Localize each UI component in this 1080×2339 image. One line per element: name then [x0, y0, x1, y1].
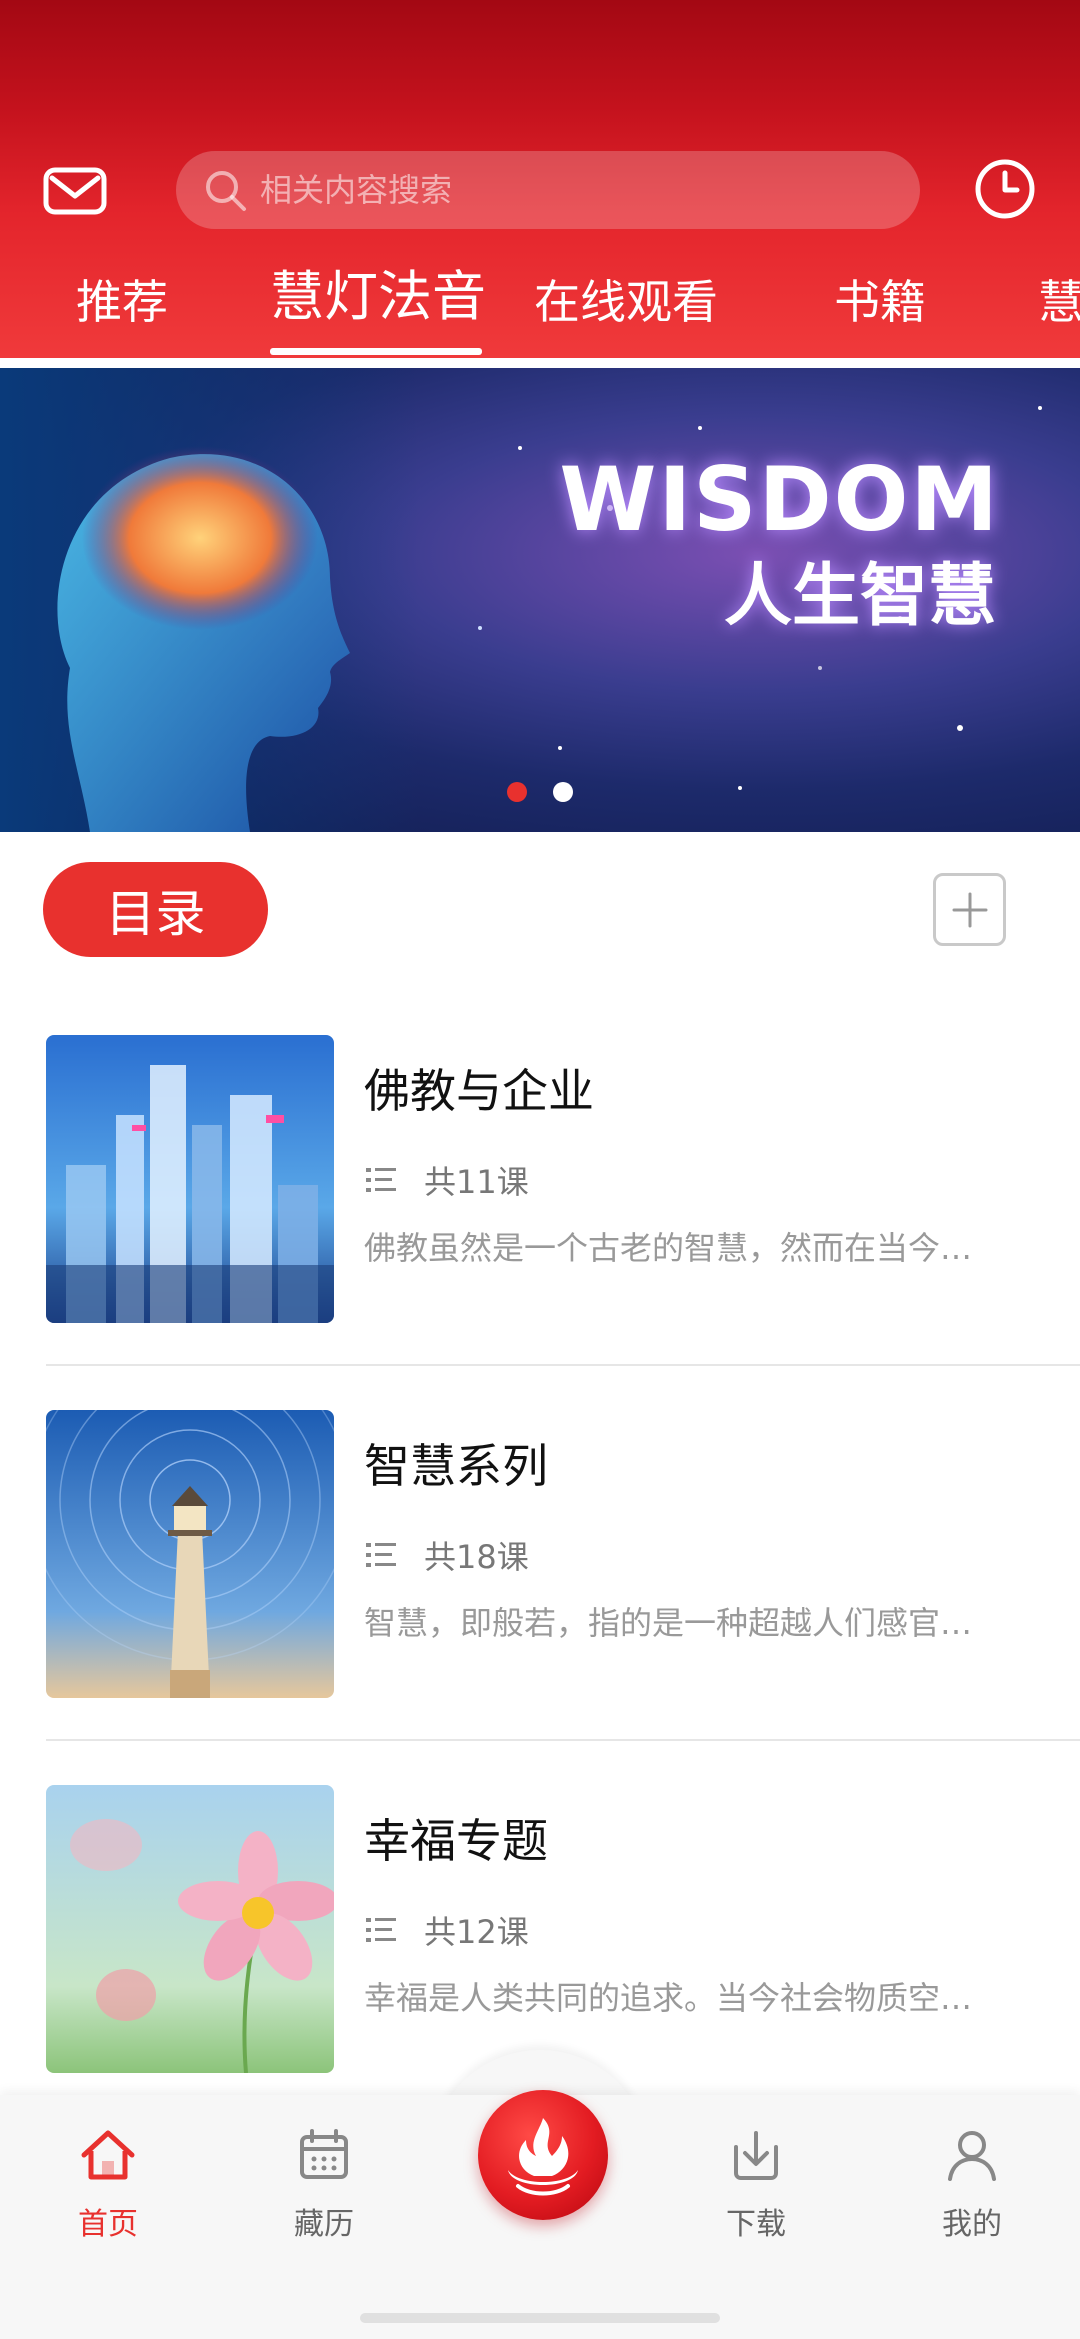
course-item[interactable]: 智慧系列 共18课 智慧，即般若，指的是一种超越人们感官…: [46, 1410, 1080, 1700]
catalog-button[interactable]: 目录: [43, 862, 268, 957]
home-indicator: [360, 2313, 720, 2323]
course-description: 佛教虽然是一个古老的智慧，然而在当今…: [364, 1229, 973, 1267]
plus-icon: [952, 892, 987, 927]
course-lesson-count: 共12课: [424, 1913, 529, 1951]
home-icon: [81, 2130, 135, 2180]
search-input[interactable]: [260, 171, 860, 209]
nav-calendar[interactable]: 藏历: [254, 2125, 394, 2243]
banner-carousel[interactable]: WISDOM 人生智慧: [0, 368, 1080, 832]
list-icon: [366, 1168, 396, 1192]
tab-huideng-fayin[interactable]: 慧灯法音: [270, 267, 486, 327]
banner-subtitle: 人生智慧: [723, 557, 996, 636]
category-tabs: 推荐 慧灯法音 在线观看 书籍 慧: [0, 262, 1080, 358]
banner-title: WISDOM: [559, 448, 1000, 551]
tab-books[interactable]: 书籍: [834, 272, 926, 332]
nav-calendar-label: 藏历: [294, 2207, 354, 2242]
lighthouse-image: [46, 1410, 334, 1698]
mail-icon[interactable]: [42, 158, 108, 224]
course-count-row: 共11课: [364, 1157, 529, 1203]
nav-home-label: 首页: [78, 2207, 138, 2242]
list-icon: [366, 1543, 396, 1567]
add-button[interactable]: [933, 873, 1006, 946]
course-count-row: 共12课: [364, 1907, 529, 1953]
course-title: 智慧系列: [364, 1439, 548, 1493]
nav-download-label: 下载: [726, 2207, 786, 2242]
course-lesson-count: 共18课: [424, 1538, 529, 1576]
nav-home[interactable]: 首页: [38, 2125, 178, 2243]
course-lesson-count: 共11课: [424, 1163, 529, 1201]
course-description: 幸福是人类共同的追求。当今社会物质空…: [364, 1979, 973, 2017]
flame-lotus-logo-icon[interactable]: [478, 2090, 608, 2220]
calendar-icon: [300, 2129, 348, 2179]
list-icon: [366, 1918, 396, 1942]
tab-hui[interactable]: 慧: [1038, 272, 1080, 332]
search-icon: [206, 171, 246, 211]
list-divider: [46, 1739, 1080, 1741]
course-count-row: 共18课: [364, 1532, 529, 1578]
active-tab-indicator: [270, 348, 482, 355]
tab-recommend[interactable]: 推荐: [76, 272, 168, 332]
nav-profile[interactable]: 我的: [902, 2125, 1042, 2243]
carousel-dot[interactable]: [553, 782, 573, 802]
app-header: 推荐 慧灯法音 在线观看 书籍 慧: [0, 0, 1080, 358]
list-divider: [46, 1364, 1080, 1366]
course-item[interactable]: 幸福专题 共12课 幸福是人类共同的追求。当今社会物质空…: [46, 1785, 1080, 2075]
flower-image: [46, 1785, 334, 2073]
tab-online-watch[interactable]: 在线观看: [534, 272, 718, 332]
download-icon: [734, 2131, 778, 2180]
course-description: 智慧，即般若，指的是一种超越人们感官…: [364, 1604, 973, 1642]
user-icon: [948, 2131, 996, 2181]
carousel-dot-active[interactable]: [507, 782, 527, 802]
course-title: 佛教与企业: [364, 1064, 594, 1118]
clock-icon[interactable]: [972, 156, 1038, 222]
city-skyline-image: [46, 1035, 334, 1323]
nav-profile-label: 我的: [942, 2207, 1002, 2242]
search-bar[interactable]: [176, 151, 920, 229]
course-title: 幸福专题: [364, 1814, 548, 1868]
nav-download[interactable]: 下载: [686, 2125, 826, 2243]
course-item[interactable]: 佛教与企业 共11课 佛教虽然是一个古老的智慧，然而在当今…: [46, 1035, 1080, 1325]
